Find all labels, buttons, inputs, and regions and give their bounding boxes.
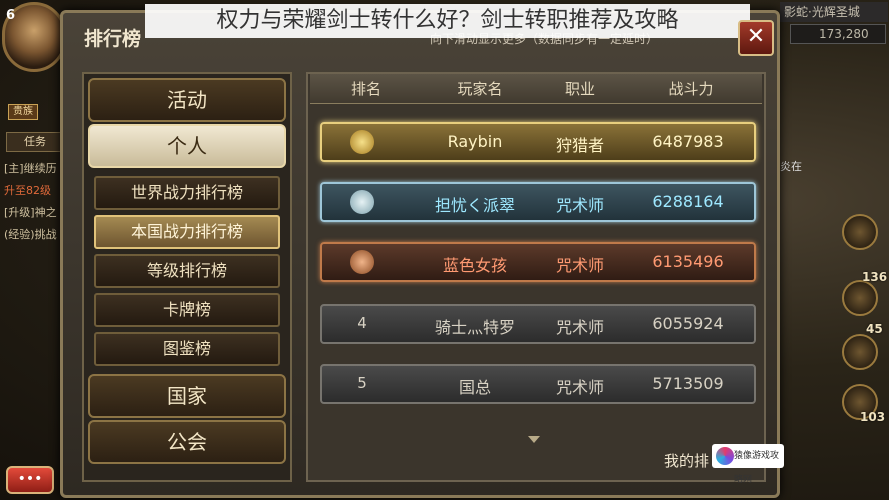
quest-line[interactable]: 升至82级 (4, 182, 68, 198)
currency-display: 173,280 (790, 24, 886, 44)
skill-count: 45 (866, 322, 883, 336)
quest-line[interactable]: (经验)挑战 (4, 226, 68, 242)
player-level: 6 (6, 8, 16, 23)
skill-count: 136 (862, 270, 888, 284)
row-name: 国总 (458, 378, 491, 397)
row-name: 骑士灬特罗 (434, 318, 515, 337)
article-title-banner: 权力与荣耀剑士转什么好？剑士转职推荐及攻略 (145, 4, 750, 38)
skill-icon[interactable] (842, 280, 878, 316)
quest-line[interactable]: [升级]神之 (4, 204, 68, 220)
panel-title: 排行榜 (84, 28, 142, 50)
header-power: 战斗力 (668, 80, 714, 98)
side-hint: 炎在 (780, 160, 802, 173)
row-power: 6487983 (652, 132, 724, 151)
row-class: 狩猎者 (555, 136, 604, 155)
skill-count: 103 (860, 410, 886, 424)
row-power: 6135496 (652, 252, 724, 271)
quest-text: 升至82级 (4, 184, 51, 197)
header-rank: 排名 (350, 80, 381, 98)
location-label: 影蛇·光辉圣城 (780, 2, 888, 22)
row-rank: 4 (357, 314, 367, 332)
category-personal[interactable]: 个人 (88, 124, 286, 168)
row-name: 担忧く派翠 (434, 196, 515, 215)
row-rank: 5 (357, 374, 367, 392)
header-class: 职业 (564, 80, 595, 98)
category-country[interactable]: 国家 (88, 374, 286, 418)
row-class: 咒术师 (555, 256, 604, 275)
row-power: 6288164 (652, 192, 724, 211)
close-button[interactable]: ✕ (738, 20, 774, 56)
quest-line[interactable]: [主]继续历 (4, 160, 68, 176)
subitem-world-power[interactable]: 世界战力排行榜 (94, 176, 280, 210)
silver-medal-icon (350, 190, 374, 214)
row-name: 蓝色女孩 (442, 256, 507, 275)
row-power: 6055924 (652, 314, 724, 333)
header-player: 玩家名 (457, 80, 503, 98)
category-guild[interactable]: 公会 (88, 420, 286, 464)
row-class: 咒术师 (555, 318, 604, 337)
scroll-down-icon (528, 436, 540, 443)
chat-button[interactable]: ••• (6, 466, 54, 494)
subitem-card[interactable]: 卡牌榜 (94, 293, 280, 327)
skill-icon[interactable] (842, 334, 878, 370)
task-tab[interactable]: 任务 (6, 132, 64, 152)
skill-icon[interactable] (842, 214, 878, 250)
subitem-country-power[interactable]: 本国战力排行榜 (94, 215, 280, 249)
my-rank-label: 我的排 (664, 452, 710, 470)
category-activity[interactable]: 活动 (88, 78, 286, 122)
row-class: 咒术师 (555, 196, 604, 215)
row-class: 咒术师 (555, 378, 604, 397)
row-power: 5713509 (652, 374, 724, 393)
nobility-badge: 贵族 (8, 104, 38, 120)
row-name: Raybin (447, 132, 503, 151)
watermark-icon (716, 447, 734, 465)
bronze-medal-icon (350, 250, 374, 274)
subitem-codex[interactable]: 图鉴榜 (94, 332, 280, 366)
subitem-level[interactable]: 等级排行榜 (94, 254, 280, 288)
gold-medal-icon (350, 130, 374, 154)
